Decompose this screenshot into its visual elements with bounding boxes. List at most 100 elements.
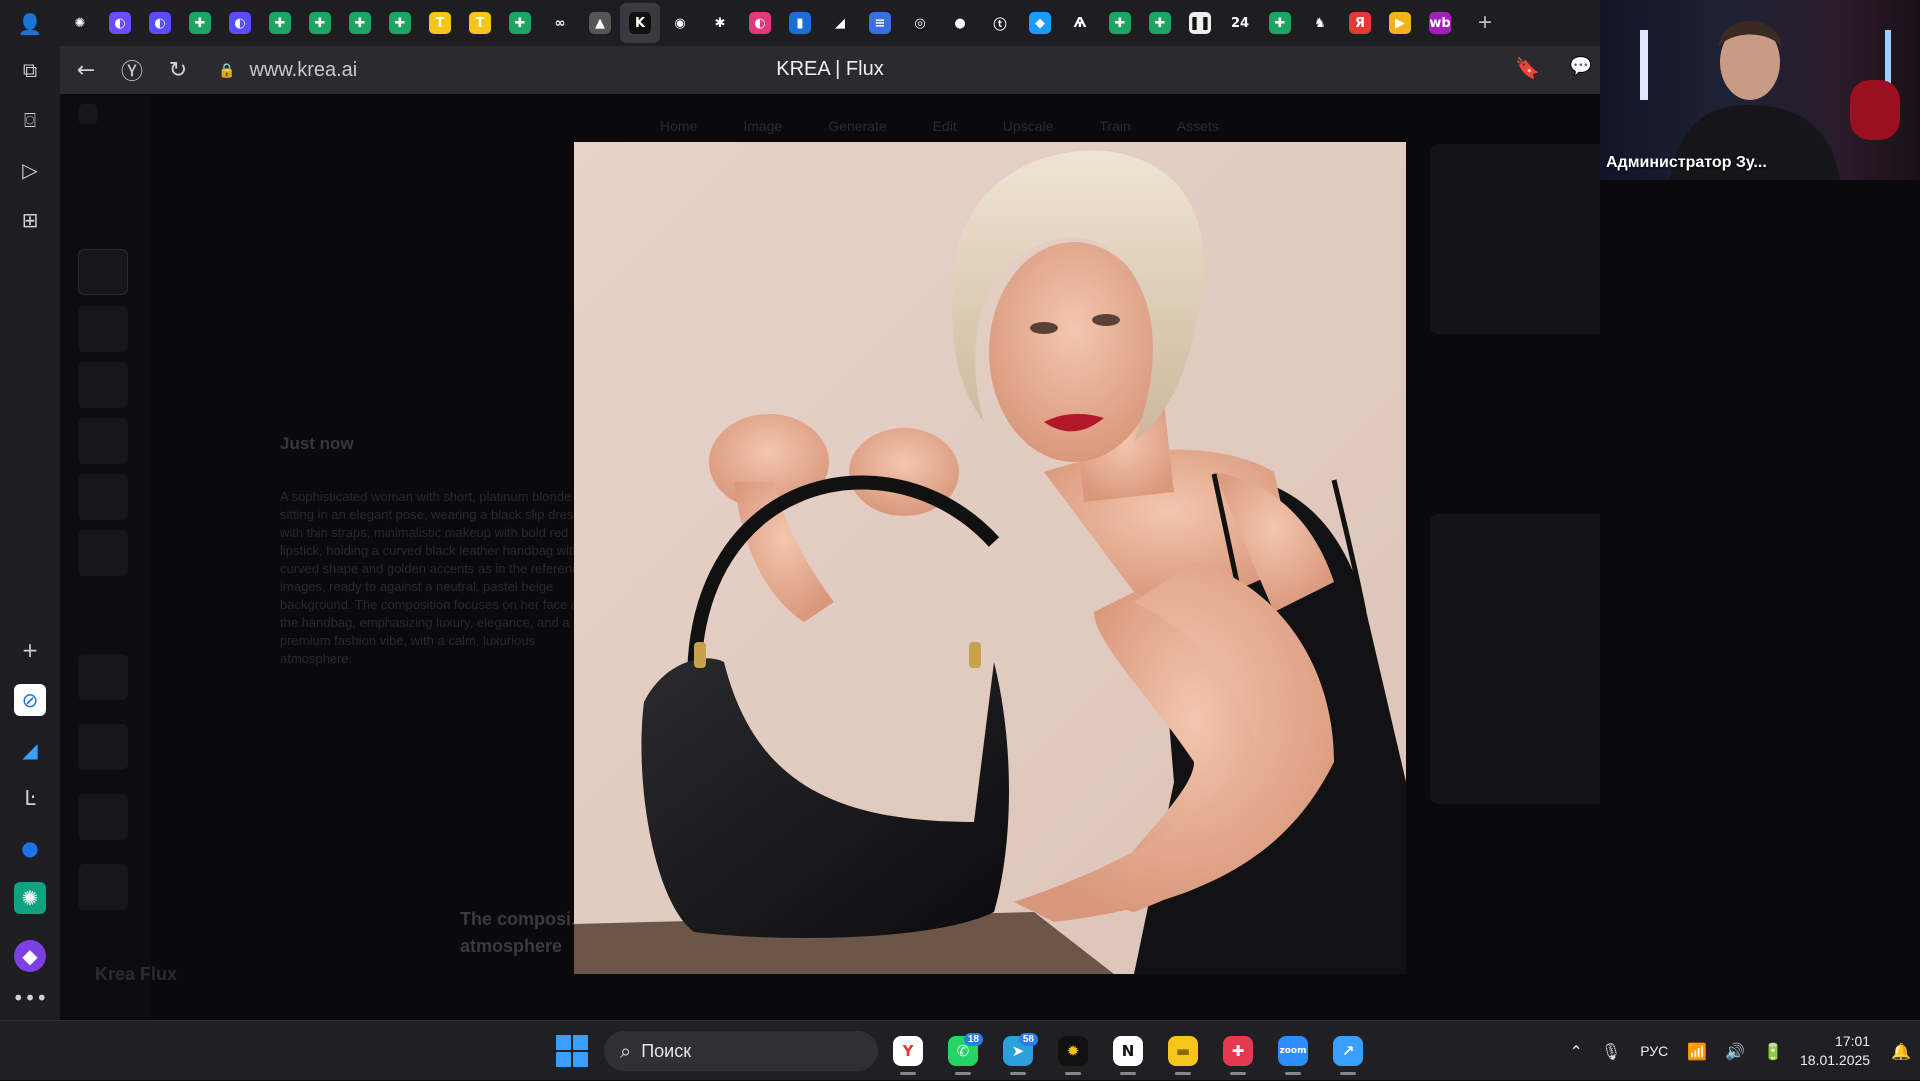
sidebar-app-icon[interactable]: Ŀ bbox=[14, 782, 46, 814]
battery-icon[interactable]: 🔋 bbox=[1763, 1042, 1783, 1061]
tab-app-icon[interactable]: Ѧ bbox=[1060, 3, 1100, 43]
sidebar-app-icon[interactable]: ⊘ bbox=[14, 684, 46, 716]
tab-bitrix24-icon[interactable]: 24 bbox=[1220, 3, 1260, 43]
app-spark-icon[interactable]: ✹ bbox=[1053, 1031, 1093, 1075]
reload-icon[interactable]: ↻ bbox=[158, 50, 198, 90]
history-thumbnail[interactable] bbox=[78, 654, 128, 700]
address-bar: ← Ⓨ ↻ 🔒 www.krea.ai KREA | Flux 🔖 💬 bbox=[60, 46, 1600, 94]
sheets-icon: ✚ bbox=[509, 12, 531, 34]
notifications-icon[interactable]: 🔔 bbox=[1891, 1042, 1911, 1061]
site-nav-item[interactable]: Train bbox=[1099, 118, 1130, 134]
tab-yellow-t-icon[interactable]: T bbox=[420, 3, 460, 43]
tab-wb-icon[interactable]: wb bbox=[1420, 3, 1460, 43]
notion-icon[interactable]: N bbox=[1108, 1031, 1148, 1075]
sidebar-app-icon[interactable]: ◢ bbox=[14, 734, 46, 766]
tab-duck-icon[interactable]: ♞ bbox=[1300, 3, 1340, 43]
tab-app-icon[interactable]: ◐ bbox=[140, 3, 180, 43]
wifi-icon[interactable]: 📶 bbox=[1687, 1042, 1707, 1061]
microphone-icon[interactable]: 🎙 bbox=[1601, 1042, 1621, 1061]
tab-sheets-icon[interactable]: ✚ bbox=[1140, 3, 1180, 43]
tab-sheets-icon[interactable]: ✚ bbox=[340, 3, 380, 43]
tab-flag-icon[interactable]: ● bbox=[940, 3, 980, 43]
clock[interactable]: 17:01 18.01.2025 bbox=[1800, 1032, 1870, 1070]
page-right-dim bbox=[1600, 180, 1920, 1020]
alice-icon[interactable]: ◆ bbox=[14, 940, 46, 972]
url-field[interactable]: www.krea.ai bbox=[249, 59, 357, 82]
tab-chatgpt-icon[interactable]: ✺ bbox=[60, 3, 100, 43]
back-icon[interactable]: ← bbox=[66, 50, 106, 90]
site-nav-item[interactable]: Generate bbox=[828, 118, 886, 134]
media-play-icon[interactable]: ▷ bbox=[14, 154, 46, 186]
site-nav-item[interactable]: Assets bbox=[1177, 118, 1219, 134]
tab-yellow-t-icon[interactable]: T bbox=[460, 3, 500, 43]
site-nav-item[interactable]: Upscale bbox=[1003, 118, 1054, 134]
tab-yandex-icon[interactable]: Я bbox=[1340, 3, 1380, 43]
tab-pause-icon[interactable]: ❚❚ bbox=[1180, 3, 1220, 43]
history-thumbnail[interactable] bbox=[78, 864, 128, 910]
input-language[interactable]: РУС bbox=[1640, 1043, 1668, 1059]
trello-icon: ▮ bbox=[789, 12, 811, 34]
tab-image-icon[interactable]: ▲ bbox=[580, 3, 620, 43]
tabs-collections-icon[interactable]: ⧉ bbox=[14, 54, 46, 86]
tab-vk-icon[interactable]: ∞ bbox=[540, 3, 580, 43]
running-indicator bbox=[955, 1072, 971, 1075]
tab-app-icon[interactable]: ◢ bbox=[820, 3, 860, 43]
history-thumbnail[interactable] bbox=[78, 530, 128, 576]
history-thumbnail[interactable] bbox=[78, 418, 128, 464]
tab-app-icon[interactable]: ✱ bbox=[700, 3, 740, 43]
more-icon[interactable]: ••• bbox=[12, 982, 47, 1014]
yandex-browser-icon[interactable]: Y bbox=[888, 1031, 928, 1075]
screenshot-icon[interactable]: ⌼ bbox=[14, 104, 46, 136]
yandex-home-icon[interactable]: Ⓨ bbox=[112, 50, 152, 90]
tab-app-icon[interactable]: ◉ bbox=[660, 3, 700, 43]
add-panel-icon[interactable]: + bbox=[14, 634, 46, 666]
tab-chat-app-icon[interactable]: ◆ bbox=[1020, 3, 1060, 43]
profile-icon[interactable]: 👤 bbox=[14, 8, 46, 40]
history-thumbnail[interactable] bbox=[78, 794, 128, 840]
tab-app-icon[interactable]: ◐ bbox=[740, 3, 780, 43]
telegram-icon[interactable]: ➤ 58 bbox=[998, 1031, 1038, 1075]
tab-app-icon[interactable]: ◐ bbox=[100, 3, 140, 43]
whatsapp-icon[interactable]: ✆ 18 bbox=[943, 1031, 983, 1075]
zoom-icon[interactable]: zoom bbox=[1273, 1031, 1313, 1075]
tab-trello-icon[interactable]: ▮ bbox=[780, 3, 820, 43]
tab-app-icon[interactable]: ⓣ bbox=[980, 3, 1020, 43]
file-explorer-icon[interactable]: ▬ bbox=[1163, 1031, 1203, 1075]
tab-sheets-icon[interactable]: ✚ bbox=[260, 3, 300, 43]
windows-start-icon[interactable] bbox=[556, 1035, 588, 1067]
tab-sheets-icon[interactable]: ✚ bbox=[1100, 3, 1140, 43]
site-nav-item[interactable]: Edit bbox=[933, 118, 957, 134]
generated-image-preview[interactable] bbox=[574, 142, 1406, 974]
tab-sheets-icon[interactable]: ✚ bbox=[1260, 3, 1300, 43]
tab-sheets-icon[interactable]: ✚ bbox=[500, 3, 540, 43]
lock-icon[interactable]: 🔒 bbox=[218, 62, 235, 79]
tab-app-icon[interactable]: ◐ bbox=[220, 3, 260, 43]
sidebar-app-icon[interactable]: ● bbox=[14, 832, 46, 864]
new-tab-button[interactable]: + bbox=[1468, 6, 1502, 40]
tab-krea-icon[interactable]: K bbox=[620, 3, 660, 43]
apps-grid-icon[interactable]: ⊞ bbox=[14, 204, 46, 236]
tab-sheets-icon[interactable]: ✚ bbox=[300, 3, 340, 43]
history-thumbnail[interactable] bbox=[78, 724, 128, 770]
krea-logo[interactable] bbox=[78, 104, 98, 124]
chatgpt-icon[interactable]: ✺ bbox=[14, 882, 46, 914]
history-thumbnail[interactable] bbox=[78, 306, 128, 352]
red-app-icon[interactable]: ✚ bbox=[1218, 1031, 1258, 1075]
tab-sheets-icon[interactable]: ✚ bbox=[380, 3, 420, 43]
tab-app-icon[interactable]: ▶ bbox=[1380, 3, 1420, 43]
blue-app-icon[interactable]: ↗ bbox=[1328, 1031, 1368, 1075]
chat-icon[interactable]: 💬 bbox=[1570, 56, 1592, 77]
history-thumbnail[interactable] bbox=[78, 249, 128, 295]
site-nav-item[interactable]: Image bbox=[743, 118, 782, 134]
taskbar-search[interactable]: ⌕ Поиск bbox=[604, 1031, 878, 1071]
bookmark-icon[interactable]: 🔖 bbox=[1515, 56, 1540, 81]
sheets-icon: ✚ bbox=[1109, 12, 1131, 34]
history-thumbnail[interactable] bbox=[78, 362, 128, 408]
site-nav-item[interactable]: Home bbox=[660, 118, 697, 134]
volume-icon[interactable]: 🔊 bbox=[1725, 1042, 1745, 1061]
tab-docs-icon[interactable]: ≡ bbox=[860, 3, 900, 43]
tab-sheets-icon[interactable]: ✚ bbox=[180, 3, 220, 43]
chevron-up-icon[interactable]: ⌃ bbox=[1569, 1042, 1582, 1061]
history-thumbnail[interactable] bbox=[78, 474, 128, 520]
tab-app-icon[interactable]: ◎ bbox=[900, 3, 940, 43]
